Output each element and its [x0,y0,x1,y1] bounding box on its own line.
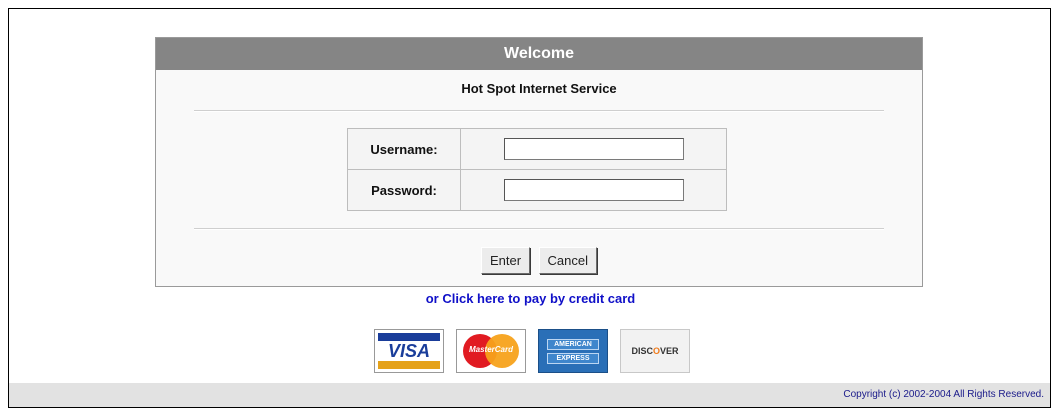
password-label: Password: [347,169,461,211]
username-row: Username: [347,128,727,170]
amex-line-2: EXPRESS [547,353,599,364]
button-row: Enter Cancel [156,247,922,274]
discover-text-suffix: VER [660,346,679,356]
password-cell [460,169,727,211]
bottom-divider [194,228,884,230]
american-express-logo[interactable]: AMERICAN EXPRESS [538,329,608,373]
footer-bar: Copyright (c) 2002-2004 All Rights Reser… [9,383,1050,407]
login-panel: Welcome Hot Spot Internet Service Userna… [155,37,923,287]
password-row: Password: [347,169,727,211]
password-input[interactable] [503,179,684,201]
enter-button[interactable]: Enter [481,247,531,274]
discover-text-prefix: DISC [631,346,653,356]
cancel-button[interactable]: Cancel [538,247,597,274]
amex-line-1: AMERICAN [547,339,599,350]
mastercard-logo[interactable]: MasterCard [456,329,526,373]
username-input[interactable] [503,138,684,160]
discover-logo[interactable]: DISCOVER [620,329,690,373]
visa-text: VISA [387,341,430,361]
username-cell [460,128,727,170]
copyright-text: Copyright (c) 2002-2004 All Rights Reser… [843,389,1044,400]
panel-header: Welcome [156,38,922,70]
pay-by-credit-card-link[interactable]: or Click here to pay by credit card [9,291,1052,306]
username-label: Username: [347,128,461,170]
credit-card-logos: VISA MasterCard AMERICAN EXPRESS DISCOVE… [374,327,690,375]
mastercard-text: MasterCard [468,345,513,354]
top-divider [194,110,884,112]
discover-o-icon: O [652,346,660,356]
page-frame: Welcome Hot Spot Internet Service Userna… [8,8,1051,408]
visa-top-stripe [378,333,440,341]
login-table: Username: Password: [347,128,727,211]
visa-logo[interactable]: VISA [374,329,444,373]
visa-bottom-stripe [378,361,440,369]
service-title: Hot Spot Internet Service [461,81,617,96]
